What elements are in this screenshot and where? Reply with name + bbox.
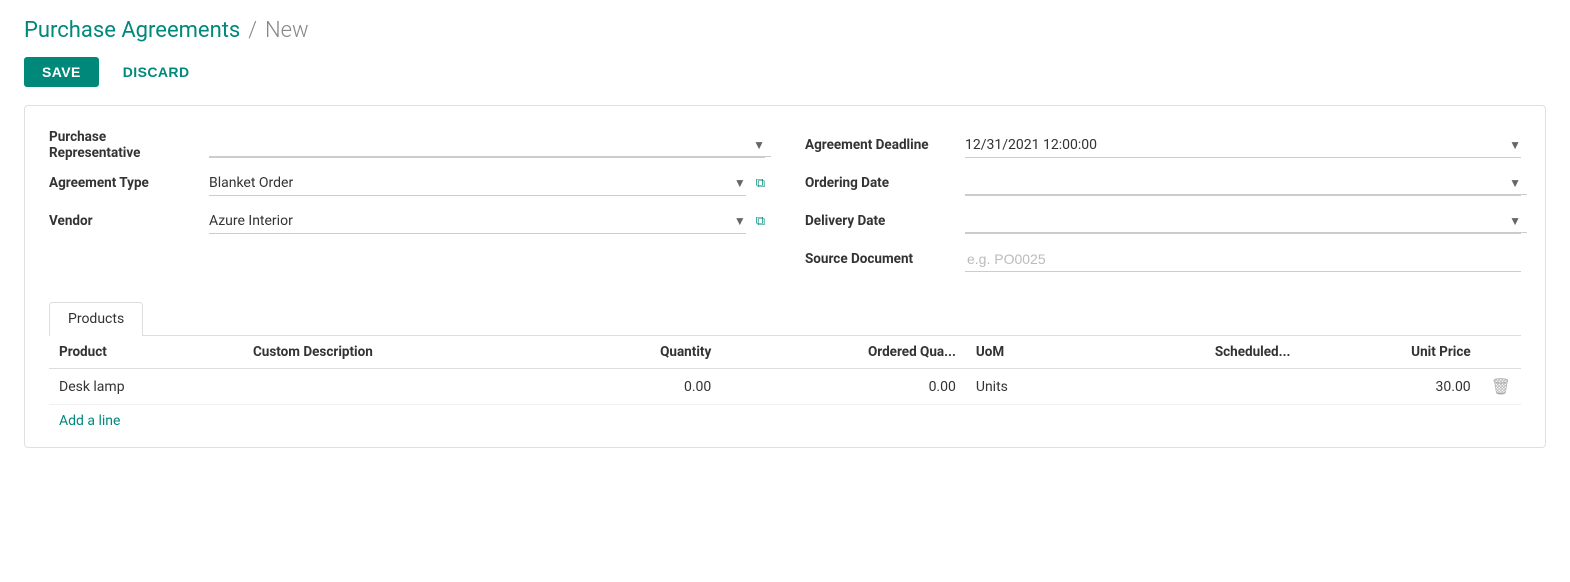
delivery-date-field: ▼	[965, 208, 1521, 234]
form-right: Agreement Deadline 12/31/2021 12:00:00 ▼…	[805, 126, 1521, 278]
agreement-deadline-select-wrapper[interactable]: 12/31/2021 12:00:00 ▼	[965, 133, 1521, 158]
source-document-input[interactable]	[965, 247, 1521, 272]
delivery-date-label: Delivery Date	[805, 213, 965, 229]
delivery-date-row: Delivery Date ▼	[805, 202, 1521, 240]
ordering-date-label: Ordering Date	[805, 175, 965, 191]
cell-scheduled	[1084, 369, 1301, 405]
cell-delete[interactable]: 🗑	[1481, 369, 1521, 405]
col-ordered-quantity: Ordered Qua...	[721, 336, 966, 369]
cell-product[interactable]: Desk lamp	[49, 369, 243, 405]
breadcrumb: Purchase Agreements / New	[24, 18, 1546, 43]
breadcrumb-link[interactable]: Purchase Agreements	[24, 18, 240, 43]
breadcrumb-separator: /	[248, 18, 257, 43]
source-document-field	[965, 247, 1521, 272]
table-body: Desk lamp 0.00 0.00 Units 30.00 🗑	[49, 369, 1521, 405]
delivery-date-input[interactable]	[965, 208, 1527, 233]
ordering-date-row: Ordering Date ▼	[805, 164, 1521, 202]
table-row: Desk lamp 0.00 0.00 Units 30.00 🗑	[49, 369, 1521, 405]
vendor-select-wrapper[interactable]: Azure Interior ▼	[209, 209, 746, 234]
col-product: Product	[49, 336, 243, 369]
purchase-representative-field: ▼	[209, 132, 765, 158]
save-button[interactable]: SAVE	[24, 57, 99, 87]
col-scheduled: Scheduled...	[1084, 336, 1301, 369]
tab-products[interactable]: Products	[49, 302, 143, 336]
cell-unit-price: 30.00	[1300, 369, 1480, 405]
agreement-deadline-value: 12/31/2021 12:00:00	[965, 133, 1527, 157]
form-section: PurchaseRepresentative ▼ Agreement Type …	[24, 105, 1546, 448]
agreement-type-row: Agreement Type Blanket Order ▼ ⧉	[49, 164, 765, 202]
col-custom-description: Custom Description	[243, 336, 560, 369]
purchase-representative-dropdown-arrow[interactable]: ▼	[753, 138, 765, 152]
vendor-label: Vendor	[49, 213, 209, 229]
col-uom: UoM	[966, 336, 1084, 369]
breadcrumb-current: New	[265, 18, 309, 43]
toolbar: SAVE DISCARD	[24, 57, 1546, 87]
table-header: Product Custom Description Quantity Orde…	[49, 336, 1521, 369]
delivery-date-select-wrapper[interactable]: ▼	[965, 208, 1521, 234]
agreement-deadline-row: Agreement Deadline 12/31/2021 12:00:00 ▼	[805, 126, 1521, 164]
vendor-value: Azure Interior	[209, 209, 752, 233]
col-actions	[1481, 336, 1521, 369]
ordering-date-field: ▼	[965, 170, 1521, 196]
ordering-date-select-wrapper[interactable]: ▼	[965, 170, 1521, 196]
cell-ordered-quantity: 0.00	[721, 369, 966, 405]
tabs-section: Products Product Custom Description Quan…	[49, 302, 1521, 437]
form-grid: PurchaseRepresentative ▼ Agreement Type …	[49, 126, 1521, 278]
products-table: Product Custom Description Quantity Orde…	[49, 336, 1521, 405]
col-quantity: Quantity	[560, 336, 721, 369]
source-document-row: Source Document	[805, 240, 1521, 278]
purchase-representative-row: PurchaseRepresentative ▼	[49, 126, 765, 164]
purchase-representative-label: PurchaseRepresentative	[49, 129, 209, 161]
discard-button[interactable]: DISCARD	[109, 57, 204, 87]
form-left: PurchaseRepresentative ▼ Agreement Type …	[49, 126, 765, 278]
cell-quantity: 0.00	[560, 369, 721, 405]
agreement-type-label: Agreement Type	[49, 175, 209, 191]
delete-icon[interactable]: 🗑	[1491, 377, 1511, 396]
purchase-representative-input[interactable]	[209, 132, 771, 157]
vendor-field: Azure Interior ▼ ⧉	[209, 209, 765, 234]
vendor-dropdown-arrow[interactable]: ▼	[734, 214, 746, 228]
tabs-header: Products	[49, 302, 1521, 336]
source-document-label: Source Document	[805, 251, 965, 267]
purchase-representative-select-wrapper[interactable]: ▼	[209, 132, 765, 158]
ordering-date-input[interactable]	[965, 170, 1527, 195]
cell-uom: Units	[966, 369, 1084, 405]
add-line-link[interactable]: Add a line	[49, 405, 130, 437]
agreement-type-field: Blanket Order ▼ ⧉	[209, 171, 765, 196]
agreement-deadline-label: Agreement Deadline	[805, 137, 965, 153]
agreement-type-select-wrapper[interactable]: Blanket Order ▼	[209, 171, 746, 196]
vendor-external-link-icon[interactable]: ⧉	[756, 214, 765, 229]
agreement-type-external-link-icon[interactable]: ⧉	[756, 176, 765, 191]
agreement-deadline-dropdown-arrow[interactable]: ▼	[1509, 138, 1521, 152]
delivery-date-dropdown-arrow[interactable]: ▼	[1509, 214, 1521, 228]
cell-custom-description	[243, 369, 560, 405]
agreement-deadline-field: 12/31/2021 12:00:00 ▼	[965, 133, 1521, 158]
agreement-type-dropdown-arrow[interactable]: ▼	[734, 176, 746, 190]
col-unit-price: Unit Price	[1300, 336, 1480, 369]
agreement-type-value: Blanket Order	[209, 171, 752, 195]
vendor-row: Vendor Azure Interior ▼ ⧉	[49, 202, 765, 240]
ordering-date-dropdown-arrow[interactable]: ▼	[1509, 176, 1521, 190]
